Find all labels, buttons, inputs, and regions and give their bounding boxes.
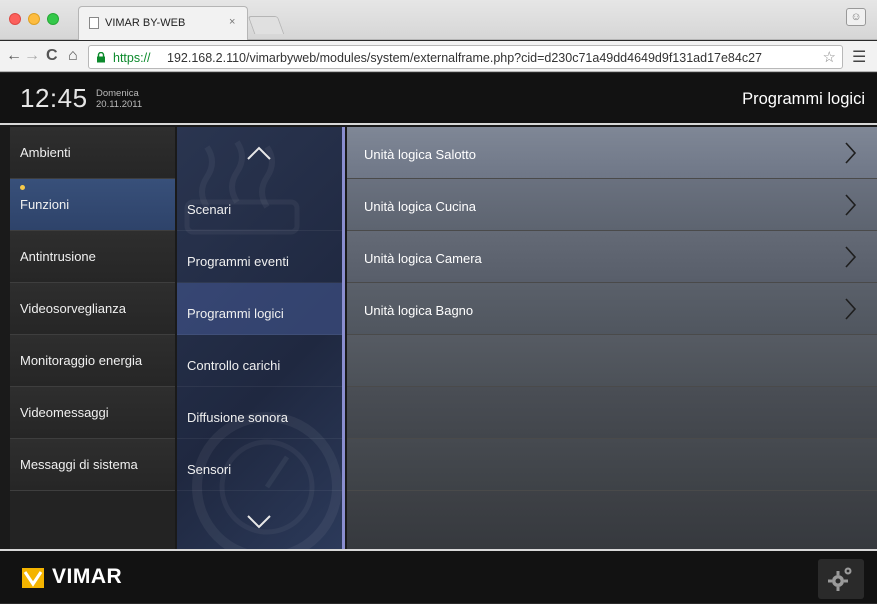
menu-item-ambienti[interactable]: Ambienti [10,127,175,179]
list-item-label: Unità logica Bagno [364,303,474,318]
active-indicator-dot [20,185,25,190]
address-bar[interactable]: https:// 192.168.2.110/vimarbyweb/module… [88,45,843,69]
app-footer: VIMAR [0,549,877,603]
menu-item-label: Ambienti [20,145,71,160]
settings-button[interactable] [818,559,864,599]
sub-menu: Scenari Programmi eventi Programmi logic… [177,127,345,549]
menu-item-label: Videomessaggi [20,405,109,420]
url-scheme: https:// [113,51,151,65]
list-item-camera[interactable]: Unità logica Camera [347,231,877,283]
list-empty-row [347,439,877,491]
chevron-right-icon [845,298,857,320]
chevron-up-icon [247,146,271,160]
menu-item-antintrusione[interactable]: Antintrusione [10,231,175,283]
clock-day: Domenica [96,88,139,99]
submenu-item-label: Controllo carichi [187,358,281,373]
submenu-item-sensori[interactable]: Sensori [177,439,342,491]
chevron-right-icon [845,246,857,268]
reload-icon[interactable]: C [46,47,58,65]
menu-item-label: Antintrusione [20,249,96,264]
list-item-label: Unità logica Cucina [364,199,477,214]
new-tab-button[interactable] [247,16,285,34]
gear-icon [828,567,852,591]
menu-item-funzioni[interactable]: Funzioni [10,179,175,231]
browser-menu-icon[interactable]: ☰ [852,47,866,67]
submenu-item-programmi-logici[interactable]: Programmi logici [177,283,342,335]
list-item-label: Unità logica Camera [364,251,482,266]
menu-item-videosorveglianza[interactable]: Videosorveglianza [10,283,175,335]
menu-item-label: Videosorveglianza [20,301,126,316]
menu-item-monitoraggio-energia[interactable]: Monitoraggio energia [10,335,175,387]
profile-icon[interactable]: ☺ [846,8,866,26]
chevron-down-icon [247,515,271,529]
menu-item-label: Funzioni [20,197,70,212]
list-item-salotto[interactable]: Unità logica Salotto [347,127,877,179]
submenu-item-label: Scenari [187,202,232,217]
maximize-window-button[interactable] [47,13,59,25]
chevron-right-icon [845,194,857,216]
menu-item-messaggi-di-sistema[interactable]: Messaggi di sistema [10,439,175,491]
app-header: 12:45 Domenica 20.11.2011 Programmi logi… [0,73,877,125]
scroll-up-button[interactable] [177,127,342,179]
brand-logo-text: VIMAR [52,565,123,588]
submenu-item-label: Programmi logici [187,306,284,321]
url-text: 192.168.2.110/vimarbyweb/modules/system/… [167,51,762,65]
submenu-item-diffusione-sonora[interactable]: Diffusione sonora [177,387,342,439]
tab-close-icon[interactable]: × [229,16,235,28]
submenu-item-label: Diffusione sonora [187,410,288,425]
home-icon[interactable]: ⌂ [68,47,78,65]
list-item-bagno[interactable]: Unità logica Bagno [347,283,877,335]
menu-item-label: Messaggi di sistema [20,457,138,472]
page-title: Programmi logici [742,90,865,108]
back-arrow-icon[interactable]: ← [6,47,22,65]
clock-time: 12:45 [20,83,88,113]
main-menu: Ambienti Funzioni Antintrusione Videosor… [10,127,175,549]
submenu-item-label: Programmi eventi [187,254,289,269]
vimar-logo-icon [22,568,44,588]
browser-toolbar: ← → C ⌂ https:// 192.168.2.110/vimarbywe… [0,41,877,72]
forward-arrow-icon[interactable]: → [24,47,40,65]
submenu-item-label: Sensori [187,462,232,477]
list-item-cucina[interactable]: Unità logica Cucina [347,179,877,231]
list-empty-row [347,491,877,549]
logic-units-list: Unità logica Salotto Unità logica Cucina… [347,127,877,549]
page-icon [89,17,99,29]
list-item-label: Unità logica Salotto [364,147,477,162]
browser-tab[interactable]: VIMAR BY-WEB × [78,6,248,40]
chevron-right-icon [845,142,857,164]
minimize-window-button[interactable] [28,13,40,25]
submenu-item-scenari[interactable]: Scenari [177,179,342,231]
close-window-button[interactable] [9,13,21,25]
menu-item-videomessaggi[interactable]: Videomessaggi [10,387,175,439]
list-empty-row [347,387,877,439]
submenu-item-programmi-eventi[interactable]: Programmi eventi [177,231,342,283]
submenu-item-controllo-carichi[interactable]: Controllo carichi [177,335,342,387]
menu-empty-slot [10,491,175,549]
bookmark-star-icon[interactable]: ☆ [823,48,836,66]
vimar-app: 12:45 Domenica 20.11.2011 Programmi logi… [0,73,877,603]
scroll-down-button[interactable] [177,491,342,549]
menu-item-label: Monitoraggio energia [20,353,143,368]
browser-tabstrip: VIMAR BY-WEB × ☺ [0,0,877,40]
list-empty-row [347,335,877,387]
lock-icon [97,52,105,63]
tab-title: VIMAR BY-WEB [105,17,186,29]
clock-date: 20.11.2011 [96,99,143,110]
